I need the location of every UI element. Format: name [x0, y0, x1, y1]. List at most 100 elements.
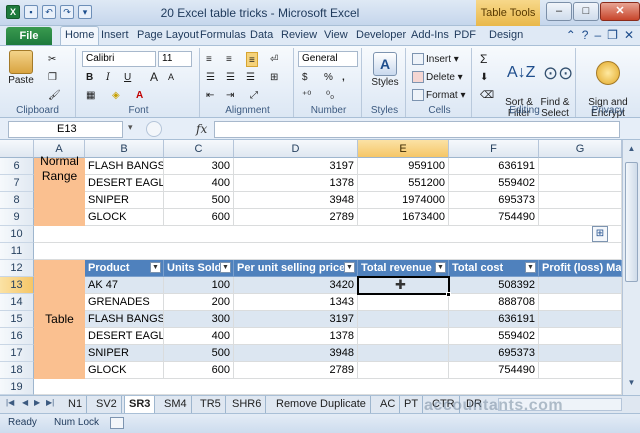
table-cost[interactable]: 888708 [449, 294, 539, 311]
row-header[interactable]: 6 [0, 158, 34, 175]
vertical-scroll-thumb[interactable] [625, 162, 638, 282]
bold-button[interactable]: B [86, 70, 93, 85]
table-header-cost[interactable]: Total cost ▼ [449, 260, 539, 277]
orientation-icon[interactable]: ⤢ [250, 88, 258, 103]
table-units[interactable]: 300 [164, 311, 234, 328]
table-revenue[interactable] [358, 311, 449, 328]
increase-indent-icon[interactable]: ⇥ [226, 88, 234, 103]
empty-cell[interactable] [539, 192, 622, 209]
table-price[interactable]: 1343 [234, 294, 358, 311]
styles-button[interactable]: A Styles [368, 52, 402, 88]
number-format-select[interactable]: General [298, 51, 358, 67]
table-revenue[interactable] [358, 345, 449, 362]
font-color-button[interactable]: A [136, 88, 143, 103]
workbook-restore-icon[interactable]: ❐ [607, 28, 618, 42]
range-product[interactable]: GLOCK [85, 209, 164, 226]
table-header-units[interactable]: Units Sold ▼ [164, 260, 234, 277]
borders-icon[interactable]: ▦ [86, 88, 95, 103]
table-profit[interactable] [539, 294, 622, 311]
range-product[interactable]: DESERT EAGLE [85, 175, 164, 192]
range-cost[interactable]: 695373 [449, 192, 539, 209]
underline-button[interactable]: U [124, 70, 131, 85]
last-sheet-icon[interactable]: ▶| [46, 398, 54, 407]
table-cost[interactable]: 508392 [449, 277, 539, 294]
table-units[interactable]: 400 [164, 328, 234, 345]
empty-cell[interactable] [539, 209, 622, 226]
tab-view[interactable]: View [324, 29, 348, 41]
increase-decimal-icon[interactable]: ⁺⁰ [302, 88, 311, 103]
range-product[interactable]: FLASH BANGS [85, 158, 164, 175]
row-header[interactable]: 16 [0, 328, 34, 345]
row-header[interactable]: 11 [0, 243, 34, 260]
range-units[interactable]: 300 [164, 158, 234, 175]
table-product[interactable]: DESERT EAGLE [85, 328, 164, 345]
copy-icon[interactable]: ❐ [48, 70, 57, 85]
align-right-icon[interactable]: ☰ [246, 70, 255, 85]
table-profit[interactable] [539, 362, 622, 379]
table-price[interactable]: 2789 [234, 362, 358, 379]
column-header-f[interactable]: F [449, 140, 539, 158]
filter-dropdown-icon[interactable]: ▼ [150, 262, 161, 273]
currency-button[interactable]: $ [302, 70, 308, 85]
table-header-price[interactable]: Per unit selling price ▼ [234, 260, 358, 277]
merge-center-icon[interactable]: ⊞ [270, 70, 278, 85]
table-units[interactable]: 200 [164, 294, 234, 311]
range-cost[interactable]: 754490 [449, 209, 539, 226]
table-product[interactable]: AK 47 [85, 277, 164, 294]
sheet-tab-tr5[interactable]: TR5 [196, 396, 226, 413]
tab-review[interactable]: Review [281, 29, 317, 41]
column-header-d[interactable]: D [234, 140, 358, 158]
tab-data[interactable]: Data [250, 29, 273, 41]
tab-file[interactable]: File [6, 27, 52, 45]
table-product[interactable]: FLASH BANGS [85, 311, 164, 328]
name-box[interactable]: E13 [8, 121, 123, 138]
range-product[interactable]: SNIPER [85, 192, 164, 209]
tab-design[interactable]: Design [489, 29, 523, 41]
sheet-tab-ac[interactable]: AC [376, 396, 401, 413]
insert-cells-button[interactable]: Insert ▾ [412, 52, 459, 67]
table-units[interactable]: 600 [164, 362, 234, 379]
sheet-tab-sm4[interactable]: SM4 [160, 396, 192, 413]
table-header-revenue[interactable]: Total revenue ▼ [358, 260, 449, 277]
autosum-button[interactable]: Σ [480, 52, 487, 67]
table-price[interactable]: 1378 [234, 328, 358, 345]
formula-input[interactable] [214, 121, 620, 138]
scroll-up-icon[interactable]: ▲ [625, 144, 638, 158]
range-revenue[interactable]: 551200 [358, 175, 449, 192]
table-header-product[interactable]: Product ▼ [85, 260, 164, 277]
range-price[interactable]: 3948 [234, 192, 358, 209]
font-family-select[interactable]: Calibri [82, 51, 156, 67]
range-cost[interactable]: 636191 [449, 158, 539, 175]
range-price[interactable]: 3197 [234, 158, 358, 175]
wrap-text-icon[interactable]: ⏎ [270, 52, 278, 67]
grow-font-button[interactable]: A [150, 70, 158, 85]
row-header[interactable]: 17 [0, 345, 34, 362]
tab-page-layout[interactable]: Page Layout [137, 29, 199, 41]
fill-handle[interactable] [446, 292, 451, 297]
table-cost[interactable]: 559402 [449, 328, 539, 345]
align-middle-icon[interactable]: ≡ [226, 52, 232, 67]
range-units[interactable]: 400 [164, 175, 234, 192]
row-header[interactable]: 12 [0, 260, 34, 277]
workbook-minimize-icon[interactable]: – [594, 28, 601, 42]
format-cells-button[interactable]: Format ▾ [412, 88, 465, 103]
row-header[interactable]: 10 [0, 226, 34, 243]
table-price[interactable]: 3197 [234, 311, 358, 328]
range-revenue[interactable]: 1673400 [358, 209, 449, 226]
table-profit[interactable] [539, 277, 622, 294]
empty-row[interactable] [34, 226, 622, 243]
tab-pdf[interactable]: PDF [454, 29, 476, 41]
row-header[interactable]: 15 [0, 311, 34, 328]
column-header-b[interactable]: B [85, 140, 164, 158]
first-sheet-icon[interactable]: |◀ [6, 398, 14, 407]
row-header[interactable]: 8 [0, 192, 34, 209]
table-cost[interactable]: 636191 [449, 311, 539, 328]
decrease-indent-icon[interactable]: ⇤ [206, 88, 214, 103]
empty-cell[interactable] [539, 175, 622, 192]
align-top-icon[interactable]: ≡ [206, 52, 212, 67]
table-revenue[interactable] [358, 362, 449, 379]
range-price[interactable]: 1378 [234, 175, 358, 192]
table-profit[interactable] [539, 328, 622, 345]
table-profit[interactable] [539, 311, 622, 328]
close-button[interactable]: ✕ [600, 2, 640, 21]
